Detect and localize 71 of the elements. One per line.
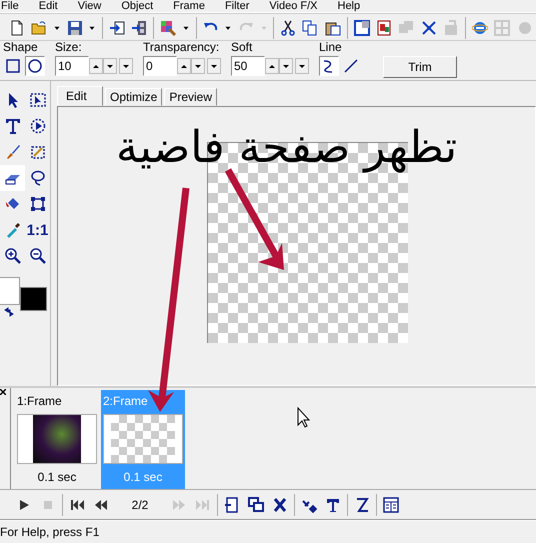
trim-button[interactable]: Trim	[383, 56, 457, 78]
copy-icon[interactable]	[302, 20, 318, 36]
spin-up-button[interactable]	[177, 58, 191, 74]
text-tool-icon[interactable]	[4, 118, 20, 134]
frame-delay: 0.1 sec	[124, 470, 162, 484]
field-label: Shape	[3, 40, 39, 54]
dropdown-button[interactable]	[119, 58, 133, 74]
spin-down-button[interactable]	[191, 58, 205, 74]
background-color-swatch[interactable]	[20, 287, 47, 311]
field-label: Transparency:	[143, 40, 220, 54]
scissors-icon[interactable]	[280, 20, 296, 36]
spin-down-button[interactable]	[103, 58, 117, 74]
actual-size-button[interactable]: 1:1	[26, 222, 48, 238]
circle-icon[interactable]	[25, 56, 45, 76]
browser-icon[interactable]	[472, 20, 488, 36]
transparent-preview	[111, 415, 175, 463]
menu-item[interactable]: View	[78, 0, 102, 12]
paint-bucket-icon[interactable]	[4, 196, 20, 212]
frame-label: 1:Frame	[16, 393, 63, 408]
dropdown-button[interactable]	[207, 58, 221, 74]
zoom-out-icon[interactable]	[30, 248, 46, 264]
menu-item[interactable]: Help	[338, 0, 360, 12]
zoom-in-icon[interactable]	[4, 248, 20, 264]
image-placeholder	[33, 415, 81, 463]
tab[interactable]: Edit	[57, 86, 103, 106]
spin-down-button[interactable]	[279, 58, 293, 74]
menu-item[interactable]: Frame	[173, 0, 205, 12]
frame-item[interactable]: 1:Frame 0.1 sec	[15, 390, 99, 489]
transform-icon[interactable]	[30, 196, 46, 212]
frame-counter: 2/2	[130, 498, 150, 512]
spin-up-button[interactable]	[89, 58, 103, 74]
paste-icon[interactable]	[324, 20, 341, 36]
frame-delay: 0.1 sec	[38, 470, 76, 484]
lasso-icon[interactable]	[30, 170, 46, 186]
menu-item[interactable]: Edit	[38, 0, 58, 12]
brush-icon[interactable]	[4, 144, 20, 160]
page-icon[interactable]	[9, 20, 26, 36]
menu-item[interactable]: Video F/X	[269, 0, 318, 12]
field-label: Size:	[55, 40, 83, 54]
field-label: Line	[319, 40, 343, 54]
ellipse-select-icon[interactable]	[30, 118, 46, 134]
field-label: Soft	[231, 40, 254, 54]
menu-item[interactable]: Object	[121, 0, 154, 12]
frame-label: 2:Frame	[102, 393, 149, 408]
close-icon[interactable]	[0, 389, 6, 395]
banner-text-icon[interactable]	[325, 496, 341, 512]
mouse-cursor-icon	[298, 406, 310, 428]
marquee-icon[interactable]	[30, 92, 46, 108]
eyedropper-icon[interactable]	[4, 222, 20, 238]
magic-select-icon[interactable]	[30, 144, 46, 160]
menu-item[interactable]: Filter	[224, 0, 250, 12]
crop-icon[interactable]	[354, 20, 370, 36]
folder-icon[interactable]	[31, 20, 48, 36]
add-frame-icon[interactable]	[224, 496, 240, 512]
document-icon[interactable]	[376, 20, 392, 36]
curve-icon[interactable]	[319, 56, 339, 76]
color-palette-icon[interactable]	[160, 20, 176, 36]
dropdown-button[interactable]	[295, 58, 309, 74]
delete-icon[interactable]	[272, 496, 288, 512]
film-strip-icon[interactable]	[131, 20, 148, 36]
tab[interactable]: Optimize	[105, 88, 162, 106]
annotation-text: تظهر صفحة فاضية	[116, 121, 458, 175]
swap-arrows-icon[interactable]	[4, 307, 14, 317]
spin-up-button[interactable]	[265, 58, 279, 74]
properties-icon[interactable]	[383, 496, 399, 512]
foreground-color-swatch[interactable]	[0, 277, 20, 305]
import-arrow-icon[interactable]	[108, 20, 125, 36]
menu-item[interactable]: File	[1, 0, 19, 12]
duplicate-frame-icon[interactable]	[248, 496, 264, 512]
status-text: For Help, press F1	[0, 525, 100, 539]
tab[interactable]: Preview	[164, 88, 218, 106]
